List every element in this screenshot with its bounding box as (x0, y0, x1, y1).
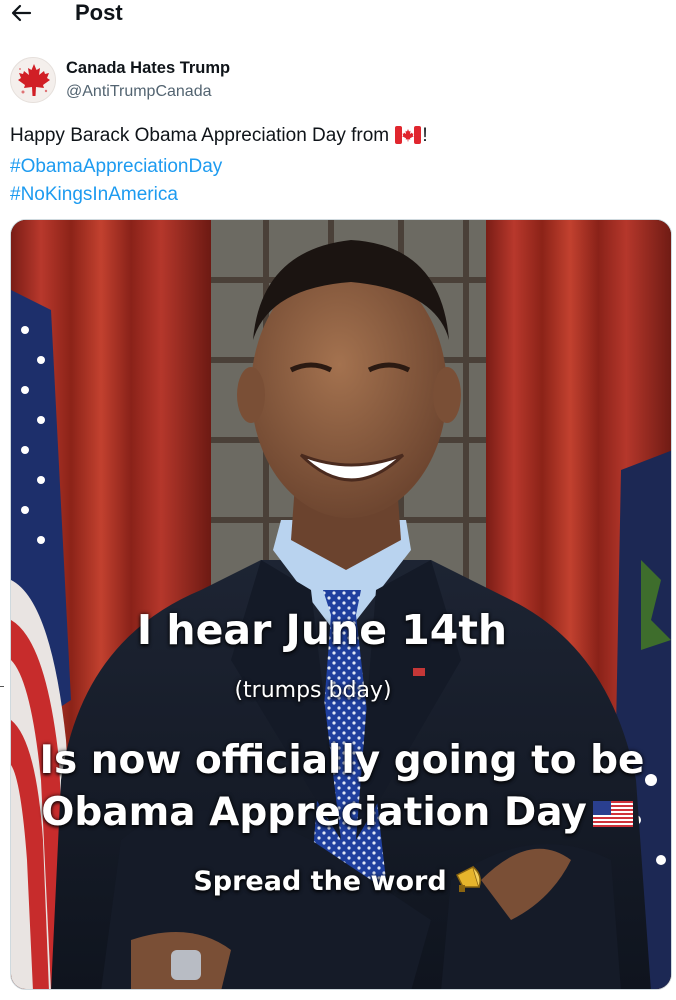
tweet-text-end: ! (422, 125, 428, 146)
tweet-image[interactable]: I hear June 14th (trumps bday) Is now of… (10, 219, 672, 990)
overlay-line-with-flag: Obama Appreciation Day (11, 790, 671, 837)
back-button[interactable] (10, 2, 32, 24)
tweet-text-main: Happy Barack Obama Appreciation Day from (10, 125, 395, 146)
overlay-line: Is now officially going to be (39, 738, 645, 783)
megaphone-icon (453, 865, 487, 900)
arrow-left-icon (11, 4, 32, 22)
maple-leaf-icon (11, 58, 55, 102)
page-title: Post (75, 0, 123, 25)
overlay-line: Obama Appreciation Day (41, 790, 587, 835)
overlay-line-with-icon: Spread the word (11, 865, 671, 900)
top-bar: Post (0, 0, 676, 30)
hashtag-link[interactable]: #ObamaAppreciationDay (10, 153, 650, 181)
tweet-text: Happy Barack Obama Appreciation Day from… (10, 122, 650, 209)
tweet-author: Canada Hates Trump @AntiTrumpCanada (10, 57, 610, 107)
avatar[interactable] (10, 57, 56, 103)
display-name[interactable]: Canada Hates Trump (66, 59, 230, 78)
overlay-line: I hear June 14th (136, 606, 508, 654)
user-handle[interactable]: @AntiTrumpCanada (66, 83, 212, 101)
divider (0, 686, 4, 687)
canada-flag-icon (395, 125, 422, 153)
us-flag-icon (592, 792, 633, 837)
overlay-line: Spread the word (193, 866, 447, 897)
tweet-text-line: Happy Barack Obama Appreciation Day from… (10, 122, 650, 153)
hashtag-link[interactable]: #NoKingsInAmerica (10, 181, 650, 209)
overlay-line: (trumps bday) (234, 678, 392, 703)
